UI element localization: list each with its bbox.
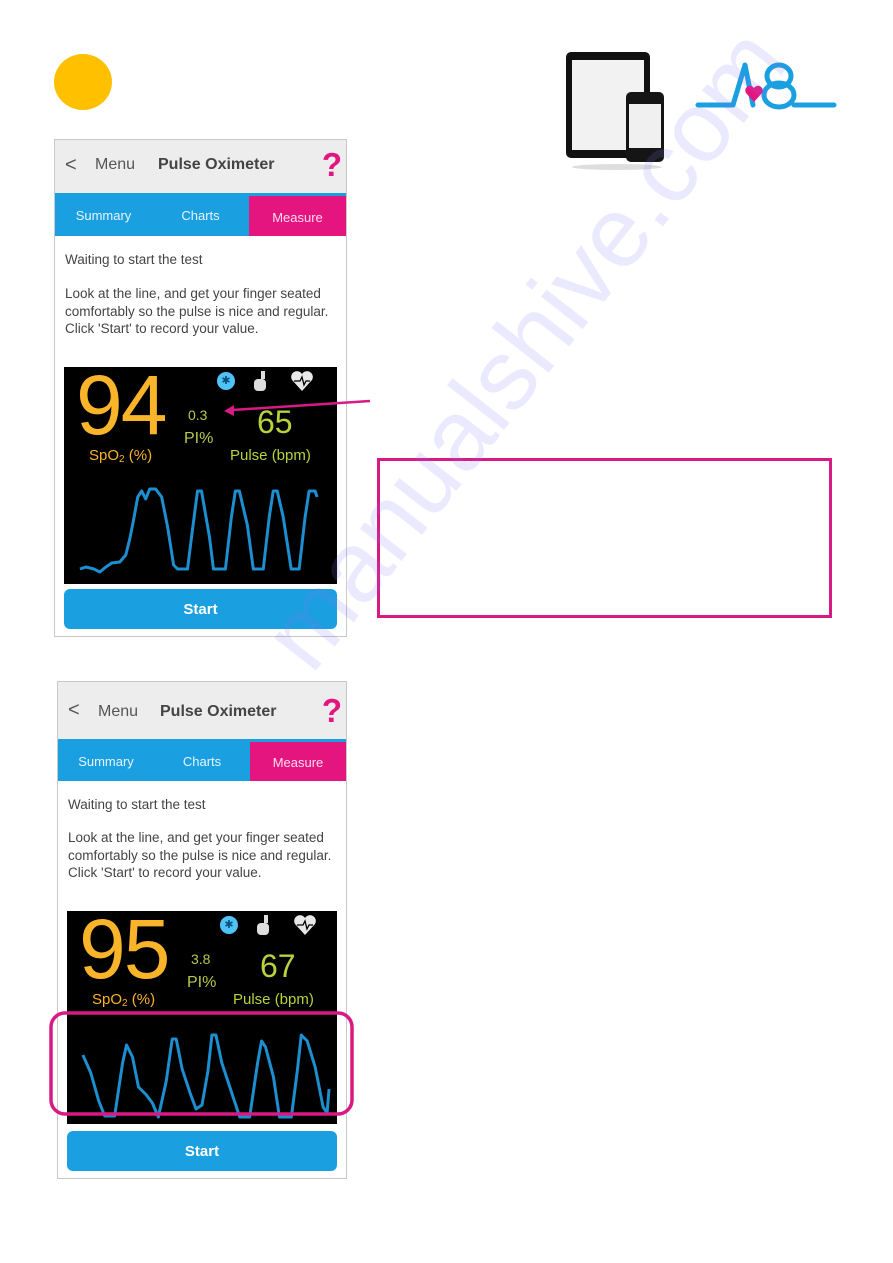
oximeter-display: 94 SpO2 (%) ✱ 0.3 PI% 65 Pulse (bpm) xyxy=(64,358,337,584)
help-icon[interactable]: ? xyxy=(322,692,342,730)
finger-sensor-icon xyxy=(257,915,269,935)
tab-summary[interactable]: Summary xyxy=(55,193,152,236)
pleth-waveform xyxy=(79,487,319,574)
a8-logo xyxy=(695,62,837,110)
help-icon[interactable]: ? xyxy=(322,146,342,184)
oximeter-display: 95 SpO2 (%) ✱ 3.8 PI% 67 Pulse (bpm) xyxy=(67,902,337,1124)
page-title: Pulse Oximeter xyxy=(160,703,277,720)
back-button[interactable]: < xyxy=(68,699,80,722)
app-screen-2: < Menu Pulse Oximeter ? Summary Charts M… xyxy=(57,681,347,1179)
pulse-value: 67 xyxy=(260,948,296,984)
pi-label: PI% xyxy=(187,974,217,991)
spo2-value: 94 xyxy=(76,358,167,452)
menu-link[interactable]: Menu xyxy=(95,156,135,174)
step-marker xyxy=(54,54,112,110)
nav-bar: < Menu Pulse Oximeter ? xyxy=(58,682,346,739)
spo2-label: SpO2 (%) xyxy=(92,991,156,1009)
start-button[interactable]: Start xyxy=(67,1131,337,1171)
finger-sensor-icon xyxy=(254,371,266,391)
instructions-text: Look at the line, and get your finger se… xyxy=(68,830,332,880)
pi-label: PI% xyxy=(184,430,214,447)
pleth-waveform xyxy=(81,1033,331,1119)
heart-rate-icon xyxy=(294,915,316,935)
tab-bar: Summary Charts Measure xyxy=(58,739,346,781)
pulse-label: Pulse (bpm) xyxy=(233,991,314,1008)
spo2-value: 95 xyxy=(79,902,170,996)
pulse-value: 65 xyxy=(257,404,293,440)
tab-bar: Summary Charts Measure xyxy=(55,193,346,236)
nav-bar: < Menu Pulse Oximeter ? xyxy=(55,140,346,193)
spo2-label: SpO2 (%) xyxy=(89,447,153,465)
menu-link[interactable]: Menu xyxy=(98,703,138,721)
app-screen-1: < Menu Pulse Oximeter ? Summary Charts M… xyxy=(54,139,347,637)
status-text: Waiting to start the test xyxy=(65,252,203,267)
tab-measure[interactable]: Measure xyxy=(250,742,346,781)
heart-rate-icon xyxy=(291,371,313,391)
pi-value: 3.8 xyxy=(191,951,211,967)
tablet-phone-icon xyxy=(566,52,664,170)
tab-summary[interactable]: Summary xyxy=(58,739,154,781)
tab-charts[interactable]: Charts xyxy=(152,193,249,236)
bluetooth-icon: ✱ xyxy=(220,916,238,934)
pulse-label: Pulse (bpm) xyxy=(230,447,311,464)
bluetooth-icon: ✱ xyxy=(217,372,235,390)
tab-charts[interactable]: Charts xyxy=(154,739,250,781)
tab-measure[interactable]: Measure xyxy=(249,196,346,236)
page-title: Pulse Oximeter xyxy=(158,156,275,173)
back-button[interactable]: < xyxy=(65,154,77,177)
instructions-text: Look at the line, and get your finger se… xyxy=(65,286,329,336)
start-button[interactable]: Start xyxy=(64,589,337,629)
status-text: Waiting to start the test xyxy=(68,797,206,812)
pi-value: 0.3 xyxy=(188,407,208,423)
callout-box xyxy=(377,458,832,618)
